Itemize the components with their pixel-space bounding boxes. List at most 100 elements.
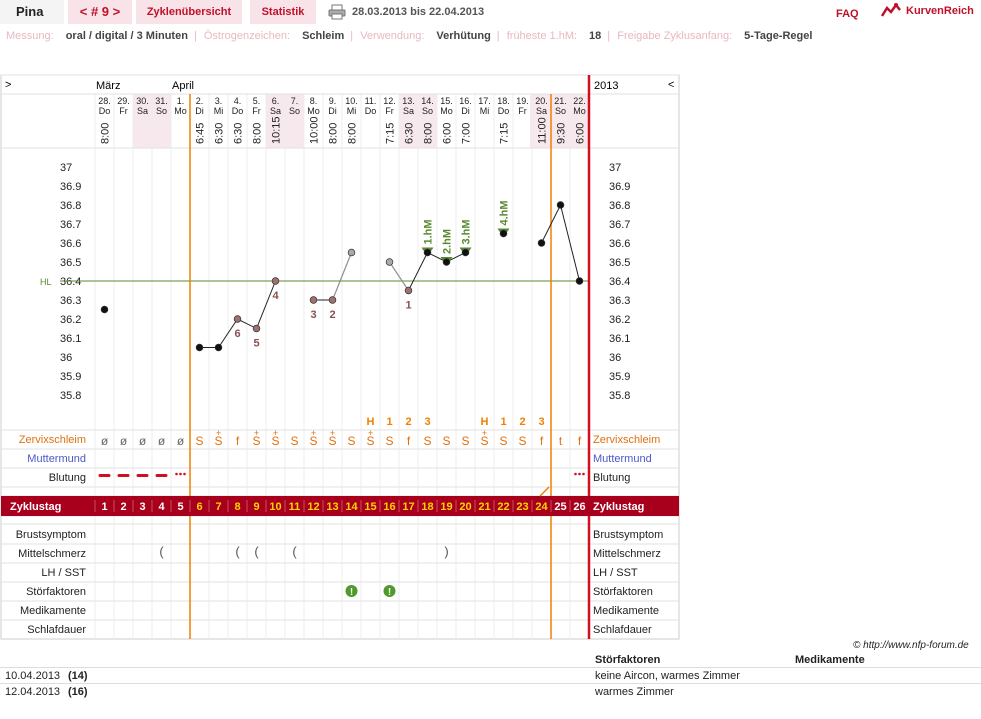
mittelschmerz-mark: ( xyxy=(235,544,240,559)
nav-next-button[interactable]: < xyxy=(668,79,674,91)
day-time: 6:30 xyxy=(404,123,416,144)
day-date: 21. xyxy=(554,96,567,106)
y-tick-left: 35.9 xyxy=(60,371,81,383)
day-weekday: Mi xyxy=(347,106,357,116)
day-weekday: Di xyxy=(328,106,337,116)
section-label-zervix: Zervixschleim xyxy=(19,434,86,446)
mucus-symbol: S xyxy=(290,434,298,448)
temp-point xyxy=(385,258,394,266)
day-date: 28. xyxy=(98,96,111,106)
day-time: 8:00 xyxy=(252,123,264,144)
y-tick-right: 36.3 xyxy=(609,295,630,307)
day-weekday: Sa xyxy=(536,106,547,116)
mucus-symbol: S xyxy=(423,434,431,448)
cycle-day-number: 4 xyxy=(158,501,165,513)
section-label-schlaf: Schlafdauer xyxy=(27,624,86,636)
entry-cycle-day: (14) xyxy=(68,670,88,682)
peak-count: H xyxy=(481,416,489,428)
mittelschmerz-mark: ( xyxy=(159,544,164,559)
day-weekday: Fr xyxy=(518,106,527,116)
cycle-day-number: 22 xyxy=(497,501,509,513)
day-weekday: Do xyxy=(365,106,377,116)
spotting-mark xyxy=(179,472,182,476)
y-tick-left: 36.6 xyxy=(60,238,81,250)
y-tick-right: 36.5 xyxy=(609,257,630,269)
day-weekday: Sa xyxy=(270,106,281,116)
cycle-day-number: 7 xyxy=(215,501,221,513)
y-tick-left: 36.7 xyxy=(60,219,81,231)
entry-cycle-day: (16) xyxy=(68,686,88,698)
day-date: 13. xyxy=(402,96,415,106)
y-tick-right: 36.9 xyxy=(609,181,630,193)
section-label-stoer: Störfaktoren xyxy=(26,586,86,598)
hm-label: 2.hM xyxy=(442,229,454,254)
day-date: 18. xyxy=(497,96,510,106)
cycle-day-number: 2 xyxy=(120,501,126,513)
y-tick-left: 36.9 xyxy=(60,181,81,193)
mucus-plus: + xyxy=(273,428,278,438)
peak-count: 3 xyxy=(538,416,544,428)
y-tick-right: 35.8 xyxy=(609,390,630,402)
temp-point xyxy=(556,201,565,209)
day-weekday: So xyxy=(555,106,566,116)
day-date: 29. xyxy=(117,96,130,106)
temp-point xyxy=(309,296,318,304)
y-tick-right: 35.9 xyxy=(609,371,630,383)
day-date: 19. xyxy=(516,96,529,106)
mucus-plus: + xyxy=(254,428,259,438)
temp-point xyxy=(233,315,242,323)
day-weekday: Sa xyxy=(137,106,148,116)
hm-label: 1.hM xyxy=(423,219,435,244)
day-weekday: Mo xyxy=(573,106,586,116)
cycle-chart: > <2013März April28.Do8:0029.Fr30.Sa31.So1… xyxy=(0,74,680,640)
cycle-day-number: 21 xyxy=(478,501,490,513)
day-date: 8. xyxy=(310,96,318,106)
spotting-mark xyxy=(578,472,581,476)
low-count-label: 5 xyxy=(253,338,259,350)
bleeding-mark xyxy=(117,474,130,477)
day-weekday: Sa xyxy=(403,106,414,116)
temp-point xyxy=(404,286,413,295)
mittelschmerz-mark: ( xyxy=(254,544,259,559)
low-count-label: 2 xyxy=(329,309,335,321)
temp-point xyxy=(271,277,280,285)
y-tick-left: 36.8 xyxy=(60,200,81,212)
day-time: 7:00 xyxy=(461,123,473,144)
low-count-label: 4 xyxy=(272,290,279,302)
day-time: 6:30 xyxy=(233,123,245,144)
cycle-day-number: 9 xyxy=(253,501,259,513)
entry-date: 12.04.2013 xyxy=(5,686,61,698)
day-weekday: Do xyxy=(232,106,244,116)
mucus-symbol: ø xyxy=(158,434,166,448)
day-time: 6:00 xyxy=(442,123,454,144)
cycle-day-number: 10 xyxy=(269,501,281,513)
day-date: 1. xyxy=(177,96,185,106)
mucus-symbol: S xyxy=(385,434,393,448)
month-label: April xyxy=(172,80,194,92)
mucus-symbol: S xyxy=(499,434,507,448)
y-tick-right: 36.7 xyxy=(609,219,630,231)
nav-prev-button[interactable]: > xyxy=(5,79,11,91)
day-date: 9. xyxy=(329,96,337,106)
hl-label: HL xyxy=(40,277,52,287)
bleeding-mark xyxy=(136,474,149,477)
day-date: 3. xyxy=(215,96,223,106)
day-weekday: Di xyxy=(195,106,204,116)
day-weekday: Do xyxy=(99,106,111,116)
peak-count: 3 xyxy=(424,416,430,428)
day-date: 17. xyxy=(478,96,491,106)
hm-label: 4.hM xyxy=(499,200,511,225)
day-weekday: Di xyxy=(461,106,470,116)
mucus-plus: + xyxy=(216,428,221,438)
section-label-lh: LH / SST xyxy=(593,567,638,579)
low-count-label: 1 xyxy=(405,300,411,312)
low-count-label: 6 xyxy=(234,328,240,340)
section-label-muttermund: Muttermund xyxy=(27,453,86,465)
entry-date: 10.04.2013 xyxy=(5,670,61,682)
peak-count: 2 xyxy=(405,416,411,428)
temp-point xyxy=(347,248,356,257)
y-tick-left: 36.3 xyxy=(60,295,81,307)
cycle-day-number: 17 xyxy=(402,501,414,513)
cycle-day-number: 11 xyxy=(289,501,301,513)
cycle-day-label: Zyklustag xyxy=(10,501,61,513)
